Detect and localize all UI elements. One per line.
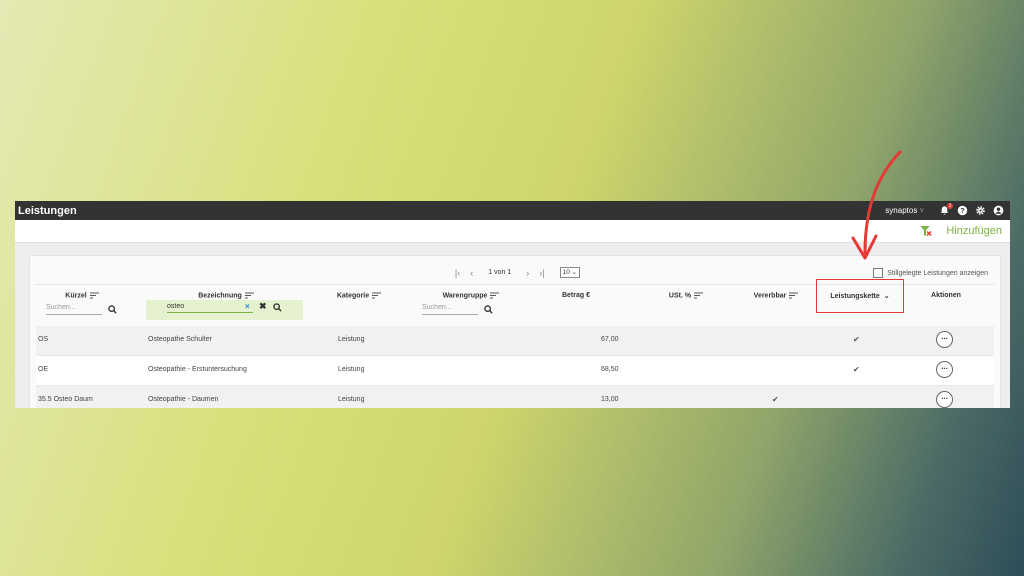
bell-icon[interactable]: 1 <box>939 203 953 216</box>
notification-count: 1 <box>947 203 953 209</box>
annotation-arrow <box>851 150 902 260</box>
more-icon[interactable]: ··· <box>936 391 953 408</box>
cell-kategorie: Leistung <box>338 336 365 343</box>
cell-kategorie: Leistung <box>338 396 365 403</box>
col-betrag[interactable]: Betrag € <box>541 285 611 323</box>
sort-icon[interactable] <box>694 292 704 299</box>
cell-betrag: 13,00 <box>601 396 619 403</box>
table-row[interactable]: OE Osteopathie - Erstuntersuchung Leistu… <box>36 356 994 386</box>
cell-bezeichnung: Osteopathie - Daumen <box>148 396 219 403</box>
gear-icon[interactable] <box>975 205 986 216</box>
cell-bezeichnung: Osteopathie - Erstuntersuchung <box>148 366 247 373</box>
search-icon[interactable] <box>273 303 282 312</box>
remove-filter-icon[interactable]: ✖ <box>259 301 267 312</box>
check-icon: ✔ <box>853 335 860 344</box>
kuerzel-search: Suchen... <box>46 304 117 315</box>
next-page-icon[interactable]: › <box>526 268 529 278</box>
warengruppe-search: Suchen... <box>422 304 493 315</box>
svg-text:?: ? <box>960 206 965 215</box>
cell-bezeichnung: Osteopathe Schulter <box>148 336 212 343</box>
col-ust[interactable]: USt. % <box>651 285 721 323</box>
more-icon[interactable]: ··· <box>936 331 953 348</box>
table-row[interactable]: 35.5 Osteo Daum Osteopathie - Daumen Lei… <box>36 386 994 408</box>
help-icon[interactable]: ? <box>957 205 968 216</box>
table-row[interactable]: OS Osteopathe Schulter Leistung 67,00 ✔ … <box>36 326 994 356</box>
check-icon: ✔ <box>853 365 860 374</box>
sort-desc-icon[interactable]: ⌄ <box>884 293 890 300</box>
page-size-select[interactable]: 10 ⌄ <box>559 267 581 278</box>
cell-kategorie: Leistung <box>338 366 365 373</box>
cell-kuerzel: OS <box>38 336 49 343</box>
bezeichnung-filter: osteo × ✖ <box>146 300 303 320</box>
kuerzel-search-input[interactable]: Suchen... <box>46 304 102 315</box>
sort-icon[interactable] <box>372 292 382 299</box>
warengruppe-search-input[interactable]: Suchen... <box>422 304 478 315</box>
search-icon[interactable] <box>108 305 117 314</box>
prev-page-icon[interactable]: ‹ <box>470 268 473 278</box>
sort-icon[interactable] <box>244 292 254 299</box>
filter-clear-icon[interactable] <box>920 225 932 237</box>
add-button[interactable]: Hinzufügen <box>946 225 1002 237</box>
sort-icon[interactable] <box>490 292 500 299</box>
col-kategorie[interactable]: Kategorie <box>314 285 404 323</box>
sort-icon[interactable] <box>789 292 799 299</box>
cell-kuerzel: OE <box>38 366 49 373</box>
col-aktionen: Aktionen <box>931 292 961 299</box>
table-header: Kürzel Suchen... Bezeichnung osteo × ✖ K… <box>36 279 994 323</box>
user-icon[interactable] <box>993 205 1004 216</box>
col-vererbbar[interactable]: Vererbbar <box>741 285 811 323</box>
last-page-icon[interactable]: ›| <box>539 268 544 278</box>
col-leistungskette[interactable]: Leistungskette ⌄ <box>820 285 900 323</box>
more-icon[interactable]: ··· <box>936 361 953 378</box>
search-icon[interactable] <box>484 305 493 314</box>
clear-input-icon[interactable]: × <box>245 302 250 311</box>
sort-icon[interactable] <box>89 292 99 299</box>
check-icon: ✔ <box>772 395 779 404</box>
first-page-icon[interactable]: |‹ <box>455 268 460 278</box>
table-body: OS Osteopathe Schulter Leistung 67,00 ✔ … <box>36 326 994 408</box>
page-info: 1 von 1 <box>488 269 512 276</box>
window-title: Leistungen <box>18 204 77 217</box>
bezeichnung-search-input[interactable]: osteo <box>167 303 253 313</box>
cell-betrag: 67,00 <box>601 336 619 343</box>
cell-betrag: 68,50 <box>601 366 619 373</box>
cell-kuerzel: 35.5 Osteo Daum <box>38 396 93 403</box>
